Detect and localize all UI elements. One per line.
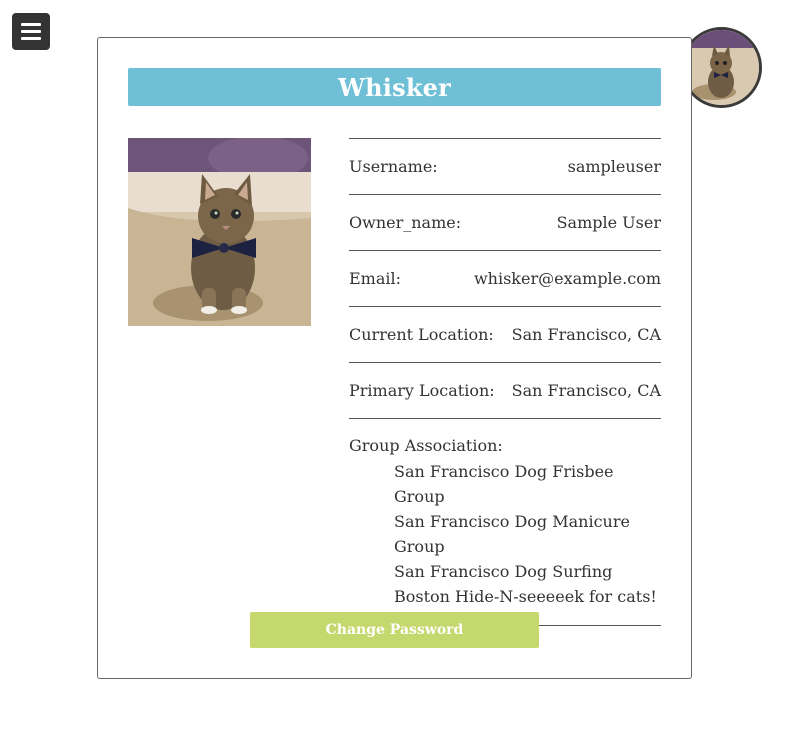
user-avatar[interactable] <box>681 27 762 108</box>
hamburger-menu-icon[interactable] <box>12 13 50 50</box>
kitten-avatar-image <box>684 30 759 105</box>
group-item: San Francisco Dog Manicure Group <box>394 512 630 556</box>
group-item: San Francisco Dog Frisbee Group <box>394 462 614 506</box>
current-location-label: Current Location: <box>349 325 494 344</box>
owner-name-value: Sample User <box>556 213 661 232</box>
email-row: Email: whisker@example.com <box>349 250 661 306</box>
group-item: Boston Hide-N-seeeeek for cats! <box>394 587 657 606</box>
pet-name: Whisker <box>338 72 451 102</box>
owner-name-label: Owner_name: <box>349 213 462 232</box>
group-item: San Francisco Dog Surfing <box>394 562 613 581</box>
username-label: Username: <box>349 157 438 176</box>
menu-bar <box>21 30 41 33</box>
primary-location-row: Primary Location: San Francisco, CA <box>349 362 661 418</box>
username-row: Username: sampleuser <box>349 138 661 194</box>
email-value: whisker@example.com <box>473 269 661 288</box>
group-association-row: Group Association: San Francisco Dog Fri… <box>349 418 661 626</box>
group-association-label: Group Association: <box>349 436 503 455</box>
username-value: sampleuser <box>567 157 661 176</box>
current-location-value: San Francisco, CA <box>511 325 661 344</box>
change-password-button[interactable]: Change Password <box>250 612 539 648</box>
current-location-row: Current Location: San Francisco, CA <box>349 306 661 362</box>
menu-bar <box>21 23 41 26</box>
profile-info: Username: sampleuser Owner_name: Sample … <box>349 138 661 626</box>
email-label: Email: <box>349 269 402 288</box>
kitten-photo-image <box>128 138 311 326</box>
primary-location-label: Primary Location: <box>349 381 495 400</box>
group-list: San Francisco Dog Frisbee Group San Fran… <box>394 459 661 609</box>
owner-name-row: Owner_name: Sample User <box>349 194 661 250</box>
pet-photo <box>128 138 311 326</box>
profile-title-bar: Whisker <box>128 68 661 106</box>
profile-card: Whisker Username: sampleuser Owner_name:… <box>97 37 692 679</box>
primary-location-value: San Francisco, CA <box>511 381 661 400</box>
menu-bar <box>21 37 41 40</box>
